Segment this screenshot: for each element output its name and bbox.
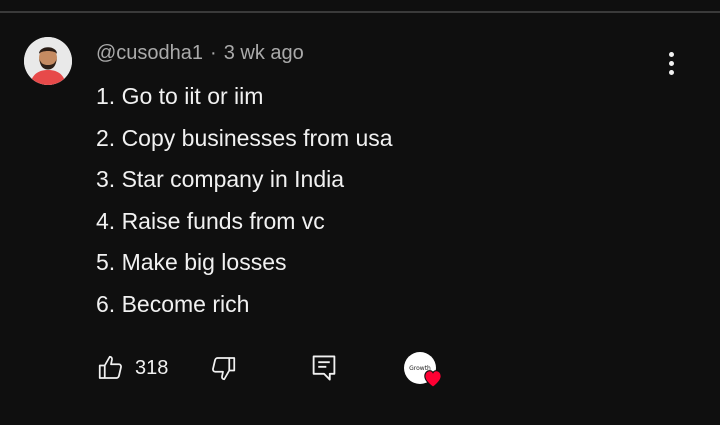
thumb-up-icon xyxy=(98,355,122,379)
reply-button[interactable] xyxy=(310,348,338,388)
creator-heart-badge: Growth xyxy=(404,348,442,388)
comment-line-4: 4. Raise funds from vc xyxy=(96,207,325,234)
meta-separator: · xyxy=(210,41,217,64)
like-button[interactable]: 318 xyxy=(96,348,168,388)
comment-line-1: 1. Go to iit or iim xyxy=(96,83,264,109)
avatar-photo xyxy=(24,37,72,85)
comment-timestamp[interactable]: 3 wk ago xyxy=(224,42,304,65)
top-divider xyxy=(0,11,720,13)
more-actions-button[interactable] xyxy=(660,48,684,78)
creator-avatar: Growth xyxy=(404,352,442,388)
comment-line-2: 2. Copy businesses from usa xyxy=(96,124,393,151)
comment-line-6: 6. Become rich xyxy=(96,290,250,317)
reply-comment-icon xyxy=(312,355,336,381)
heart-icon xyxy=(424,370,442,388)
thumb-down-icon xyxy=(212,357,236,381)
dislike-button[interactable] xyxy=(208,348,238,388)
comment-line-5: 5. Make big losses xyxy=(96,249,287,276)
author-avatar[interactable] xyxy=(24,37,72,85)
comment-meta: @cusodha1 · 3 wk ago xyxy=(96,40,304,66)
comment-text: 1. Go to iit or iim 2. Copy businesses f… xyxy=(96,76,393,326)
author-handle[interactable]: @cusodha1 xyxy=(96,42,203,65)
comment-line-3: 3. Star company in India xyxy=(96,166,345,193)
like-count: 318 xyxy=(135,356,169,379)
comment-action-bar: 318 Growth xyxy=(96,348,696,388)
